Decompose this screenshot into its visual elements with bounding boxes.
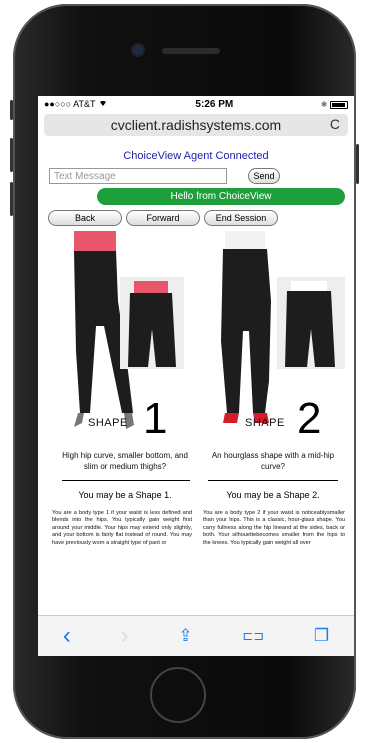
bluetooth-icon: ✱ (320, 100, 328, 109)
forward-button[interactable]: Forward (126, 210, 200, 226)
mute-switch (10, 100, 13, 120)
shape1-description: You are a body type 1 if your waist is l… (52, 510, 192, 546)
shape1-divider (62, 480, 190, 481)
shape2-number: 2 (297, 394, 322, 443)
reload-icon[interactable]: C (330, 116, 340, 132)
shape2-description: You are a body type 2 if your waist is n… (203, 510, 345, 546)
shape2-question: An hourglass shape with a mid-hip curve? (211, 451, 335, 471)
chat-banner: Hello from ChoiceView (97, 188, 345, 205)
power-button (356, 144, 359, 184)
shape2-divider (208, 480, 338, 481)
agent-status: ChoiceView Agent Connected (123, 150, 269, 162)
shape1-question: High hip curve, smaller bottom, and slim… (62, 451, 188, 471)
phone-screen: ●●○○○ AT&T 5:26 PM ✱ cvclient.radishsyst… (38, 96, 354, 656)
shape1-answer: You may be a Shape 1. (78, 490, 172, 500)
bookmarks-icon[interactable]: ⊏⊐ (242, 628, 264, 644)
shape-images: SHAPE 1 SHAPE 2 (38, 231, 354, 445)
shape2-answer: You may be a Shape 2. (226, 490, 320, 500)
share-icon[interactable]: ⇪ (178, 626, 192, 646)
clock: 5:26 PM (195, 98, 234, 110)
shape2-model-image (221, 231, 345, 423)
safari-toolbar: ‹ › ⇪ ⊏⊐ ❐ (38, 615, 354, 656)
volume-up-button (10, 138, 13, 172)
address-bar[interactable]: cvclient.radishsystems.com C (44, 114, 348, 136)
volume-down-button (10, 182, 13, 216)
shape1-number: 1 (143, 394, 168, 443)
tabs-icon[interactable]: ❐ (314, 626, 329, 646)
battery-icon (329, 100, 348, 109)
url-text: cvclient.radishsystems.com (110, 117, 282, 133)
end-session-button[interactable]: End Session (204, 210, 278, 226)
home-button[interactable] (150, 667, 206, 723)
shape2-label: SHAPE (245, 417, 285, 429)
back-button[interactable]: Back (48, 210, 122, 226)
send-button[interactable]: Send (248, 168, 280, 184)
web-content: ChoiceView Agent Connected Text Message … (38, 144, 354, 616)
text-message-input[interactable]: Text Message (49, 168, 227, 184)
front-camera (131, 43, 145, 57)
wifi-icon (98, 99, 108, 109)
forward-arrow-icon[interactable]: › (121, 622, 129, 650)
earpiece-speaker (162, 48, 220, 54)
carrier-label: ●●○○○ AT&T (44, 99, 96, 109)
back-arrow-icon[interactable]: ‹ (63, 622, 71, 650)
status-bar: ●●○○○ AT&T 5:26 PM ✱ (38, 96, 354, 112)
shape1-label: SHAPE (88, 417, 128, 429)
